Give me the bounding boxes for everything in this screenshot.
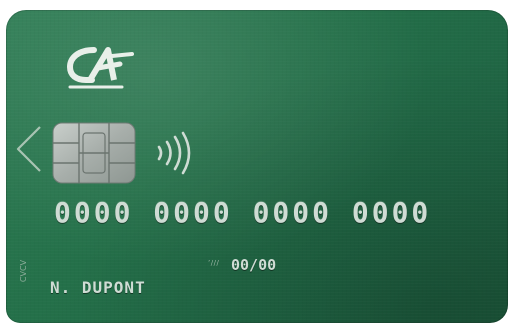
contactless-icon: [157, 131, 191, 175]
cardholder-name: N. DUPONT: [50, 278, 146, 297]
side-code: CVCV: [19, 259, 28, 283]
bank-card: 0000 0000 0000 0000 ’/// 00/00 N. DUPONT…: [6, 10, 508, 323]
left-arrow-icon: [16, 126, 41, 172]
expiry-label: ’///: [208, 259, 220, 267]
scene: 0000 0000 0000 0000 ’/// 00/00 N. DUPONT…: [0, 0, 513, 327]
card-number: 0000 0000 0000 0000: [54, 196, 432, 229]
expiry-date: 00/00: [231, 256, 277, 274]
ca-logo-icon: [66, 47, 134, 89]
chip-icon: [52, 122, 136, 184]
